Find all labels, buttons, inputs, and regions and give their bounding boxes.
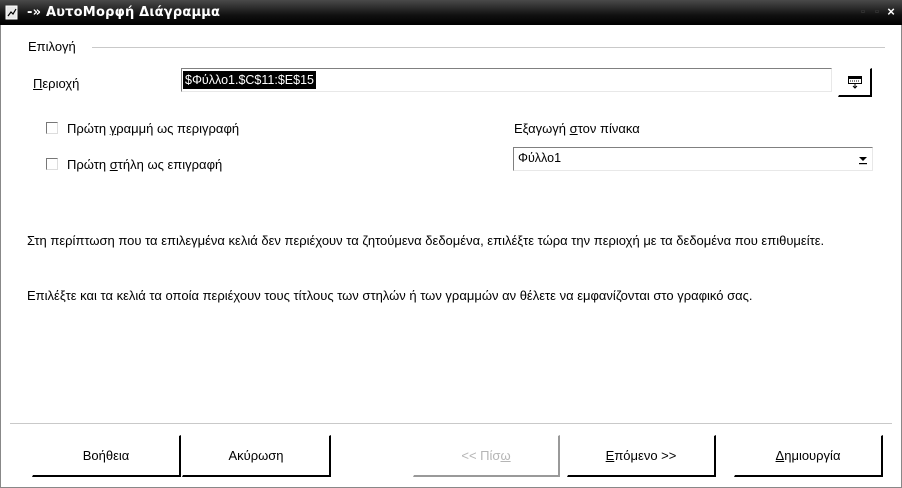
range-value: $Φύλλο1.$C$11:$E$15: [183, 71, 316, 89]
info-paragraph-2: Επιλέξτε και τα κελιά τα οποία περιέχουν…: [27, 288, 753, 303]
range-label: Περιοχή: [33, 76, 80, 91]
checkbox-box[interactable]: [46, 158, 58, 170]
cancel-button[interactable]: Ακύρωση: [182, 435, 331, 477]
title-bar[interactable]: -» ΑυτοΜορφή Διάγραμμα ▫ ▫ ×: [0, 0, 902, 25]
range-input[interactable]: $Φύλλο1.$C$11:$E$15: [181, 68, 832, 92]
first-row-as-label-checkbox[interactable]: Πρώτη γραμμή ως περιγραφή: [46, 121, 239, 137]
document-icon: [5, 5, 18, 20]
window-title-text: ΑυτοΜορφή Διάγραμμα: [45, 5, 221, 20]
info-paragraph-1: Στη περίπτωση που τα επιλεγμένα κελιά δε…: [27, 233, 825, 248]
export-table-value: Φύλλο1: [518, 151, 562, 165]
close-icon[interactable]: ×: [884, 5, 898, 19]
export-to-table-label: Εξαγωγή στον πίνακα: [514, 121, 640, 136]
button-separator: [10, 423, 892, 424]
shrink-range-button[interactable]: [838, 68, 872, 97]
window-menu-glyph[interactable]: -»: [27, 5, 41, 20]
back-button[interactable]: << Πίσω: [413, 435, 560, 477]
minimize-icon[interactable]: ▫: [856, 5, 870, 19]
window-title: -» ΑυτοΜορφή Διάγραμμα: [27, 5, 220, 20]
help-button[interactable]: Βοήθεια: [32, 435, 181, 477]
export-table-select[interactable]: Φύλλο1: [513, 147, 873, 171]
create-button[interactable]: Δημιουργία: [734, 435, 883, 477]
checkbox-box[interactable]: [46, 122, 58, 134]
selection-group-label: Επιλογή: [28, 39, 76, 54]
group-divider: [92, 47, 885, 48]
maximize-icon[interactable]: ▫: [870, 5, 884, 19]
first-column-as-label-checkbox[interactable]: Πρώτη στήλη ως επιγραφή: [46, 157, 222, 173]
next-button[interactable]: Επόμενο >>: [567, 435, 716, 477]
chevron-down-icon[interactable]: [858, 153, 868, 165]
window-border-left: [0, 25, 1, 488]
shrink-icon: [848, 76, 862, 89]
